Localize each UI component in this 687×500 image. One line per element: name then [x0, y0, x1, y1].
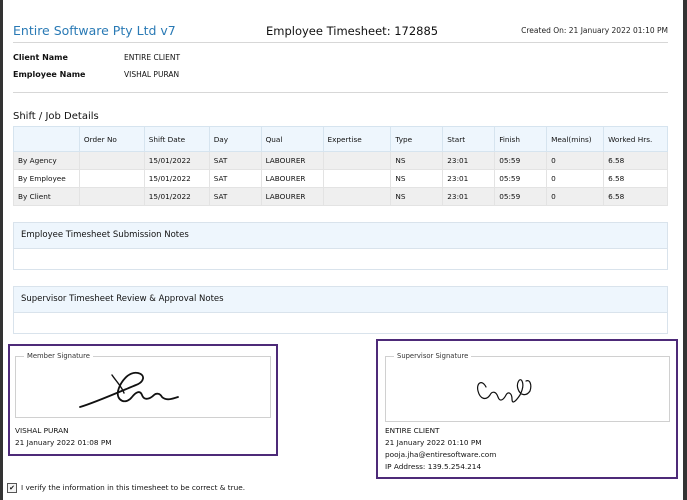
table-cell: 0 — [546, 187, 605, 206]
table-cell: LABOURER — [260, 169, 324, 188]
table-cell: 6.58 — [603, 187, 668, 206]
table-cell — [78, 151, 145, 170]
supervisor-ip-address: IP Address: 139.5.254.214 — [385, 462, 482, 471]
column-header: Type — [390, 126, 444, 152]
column-header: Start — [442, 126, 496, 152]
table-cell: 0 — [546, 151, 605, 170]
member-signature-date: 21 January 2022 01:08 PM — [15, 438, 112, 447]
header-divider — [13, 42, 668, 43]
table-cell: LABOURER — [260, 151, 324, 170]
supervisor-signature-date: 21 January 2022 01:10 PM — [385, 438, 482, 447]
verify-checkbox[interactable]: ✔ — [7, 483, 17, 493]
client-name-label: Client Name — [13, 53, 68, 62]
supervisor-signature-panel: Supervisor Signature ENTIRE CLIENT 21 Ja… — [376, 339, 678, 479]
column-header: Day — [208, 126, 262, 152]
employee-name-label: Employee Name — [13, 70, 86, 79]
table-cell: 6.58 — [603, 169, 668, 188]
company-name: Entire Software Pty Ltd v7 — [13, 23, 176, 38]
supervisor-signature-image — [477, 379, 532, 403]
member-signature-name: VISHAL PURAN — [15, 426, 69, 435]
column-header: Expertise — [322, 126, 392, 152]
table-row: By Client 15/01/2022 SAT LABOURER NS 23:… — [13, 187, 668, 206]
table-row: By Agency 15/01/2022 SAT LABOURER NS 23:… — [13, 151, 668, 170]
table-cell: 05:59 — [494, 151, 548, 170]
table-cell: 23:01 — [442, 169, 496, 188]
window-frame-right — [683, 0, 687, 500]
table-cell: LABOURER — [260, 187, 324, 206]
shift-section-title: Shift / Job Details — [13, 111, 99, 122]
table-cell — [322, 151, 392, 170]
table-cell: 23:01 — [442, 151, 496, 170]
member-signature-panel: Member Signature VISHAL PURAN 21 January… — [8, 344, 278, 456]
review-notes-title: Supervisor Timesheet Review & Approval N… — [14, 287, 667, 313]
section-divider — [13, 92, 668, 93]
column-header — [13, 126, 80, 152]
page-title: Employee Timesheet: 172885 — [266, 24, 439, 38]
table-cell: NS — [390, 169, 444, 188]
table-cell — [78, 169, 145, 188]
table-cell: NS — [390, 187, 444, 206]
table-cell — [78, 187, 145, 206]
submission-notes-title: Employee Timesheet Submission Notes — [14, 223, 667, 249]
column-header: Meal(mins) — [546, 126, 605, 152]
column-header: Worked Hrs. — [603, 126, 668, 152]
table-cell: 15/01/2022 — [143, 151, 210, 170]
table-row: By Employee 15/01/2022 SAT LABOURER NS 2… — [13, 169, 668, 188]
member-signature-legend: Member Signature — [24, 352, 93, 360]
shift-table: Order No Shift Date Day Qual Expertise T… — [13, 126, 668, 206]
supervisor-signature-name: ENTIRE CLIENT — [385, 426, 440, 435]
table-cell: 23:01 — [442, 187, 496, 206]
table-cell: SAT — [208, 151, 262, 170]
employee-name-value: VISHAL PURAN — [124, 70, 180, 79]
table-cell: 15/01/2022 — [143, 169, 210, 188]
verify-label: I verify the information in this timeshe… — [21, 483, 246, 492]
table-cell: 05:59 — [494, 169, 548, 188]
table-cell: By Agency — [13, 151, 80, 170]
table-cell: 0 — [546, 169, 605, 188]
shift-table-header: Order No Shift Date Day Qual Expertise T… — [13, 126, 668, 152]
table-cell — [322, 187, 392, 206]
table-cell: NS — [390, 151, 444, 170]
table-cell: By Employee — [13, 169, 80, 188]
submission-notes-panel: Employee Timesheet Submission Notes — [13, 222, 668, 270]
table-cell: 6.58 — [603, 151, 668, 170]
table-cell: 15/01/2022 — [143, 187, 210, 206]
member-signature-box: Member Signature — [15, 352, 271, 418]
table-cell: SAT — [208, 187, 262, 206]
verify-row[interactable]: ✔ I verify the information in this timesh… — [7, 483, 245, 493]
supervisor-signature-legend: Supervisor Signature — [394, 352, 472, 360]
table-cell — [322, 169, 392, 188]
created-on-text: Created On: 21 January 2022 01:10 PM — [521, 26, 668, 35]
member-signature-image — [79, 371, 179, 408]
review-notes-panel: Supervisor Timesheet Review & Approval N… — [13, 286, 668, 334]
table-cell: By Client — [13, 187, 80, 206]
window-frame-left — [0, 0, 3, 500]
supervisor-signature-box: Supervisor Signature — [385, 352, 670, 422]
column-header: Shift Date — [143, 126, 210, 152]
column-header: Finish — [494, 126, 548, 152]
column-header: Qual — [260, 126, 324, 152]
supervisor-email: pooja.jha@entiresoftware.com — [385, 450, 497, 459]
table-cell: 05:59 — [494, 187, 548, 206]
column-header: Order No — [78, 126, 145, 152]
table-cell: SAT — [208, 169, 262, 188]
client-name-value: ENTIRE CLIENT — [124, 53, 181, 62]
